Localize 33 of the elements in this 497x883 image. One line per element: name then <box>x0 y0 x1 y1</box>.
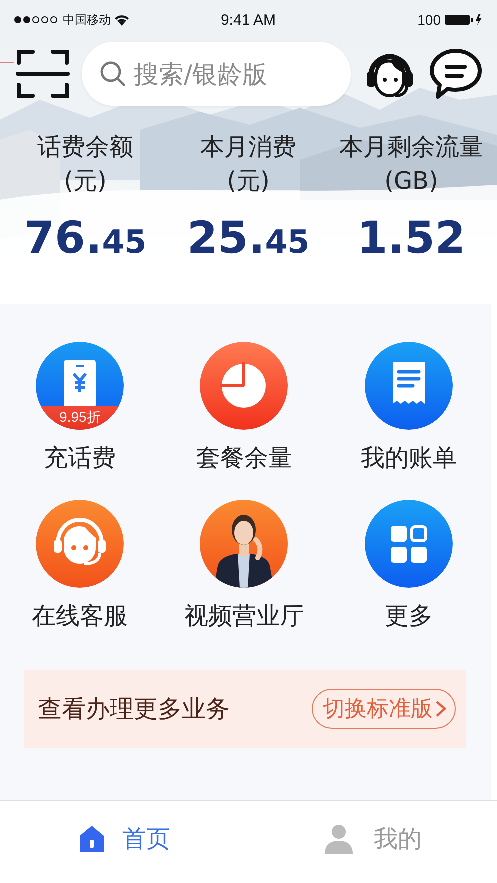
battery-level: 100 <box>418 12 441 28</box>
stat-unit: (元) <box>64 166 107 197</box>
service-button[interactable]: 视频营业厅 <box>184 500 304 632</box>
banner-text: 查看办理更多业务 <box>38 694 230 725</box>
service-button[interactable]: 我的账单 <box>360 342 457 474</box>
home-icon <box>78 824 106 854</box>
search-icon <box>100 61 126 87</box>
tab[interactable]: 首页 <box>0 801 248 883</box>
stat-value: 1.52 <box>357 214 466 264</box>
receipt-icon <box>364 342 453 430</box>
service-button[interactable]: 9.95折 充话费 <box>36 342 124 474</box>
search-field[interactable]: 搜索/银龄版 <box>82 42 351 106</box>
chevron-icon <box>435 699 447 719</box>
stat-label: 本月剩余流量 <box>340 132 484 163</box>
chat-icon[interactable] <box>429 48 483 100</box>
grid-icon <box>364 500 453 588</box>
wifi-icon <box>114 14 130 26</box>
battery-icon <box>444 14 483 26</box>
stat-value: 25.45 <box>187 214 310 266</box>
headset-icon <box>36 500 124 588</box>
service-button[interactable]: 更多 <box>364 500 453 632</box>
stat-value: 76.45 <box>24 214 147 266</box>
pie-chart-icon <box>200 342 288 430</box>
status-time: 9:41 AM <box>220 12 276 28</box>
carrier-name: 中国移动 <box>63 12 111 28</box>
signal-icon <box>14 16 60 24</box>
stat-label: 本月消费 <box>200 132 296 163</box>
service-button[interactable]: 在线客服 <box>32 500 128 632</box>
stat-unit: (GB) <box>384 166 438 197</box>
stat-label: 话费余额 <box>38 132 134 163</box>
stat-unit: (元) <box>227 166 270 197</box>
service-button[interactable]: 套餐余量 <box>196 342 292 474</box>
scan-icon[interactable] <box>16 48 70 100</box>
